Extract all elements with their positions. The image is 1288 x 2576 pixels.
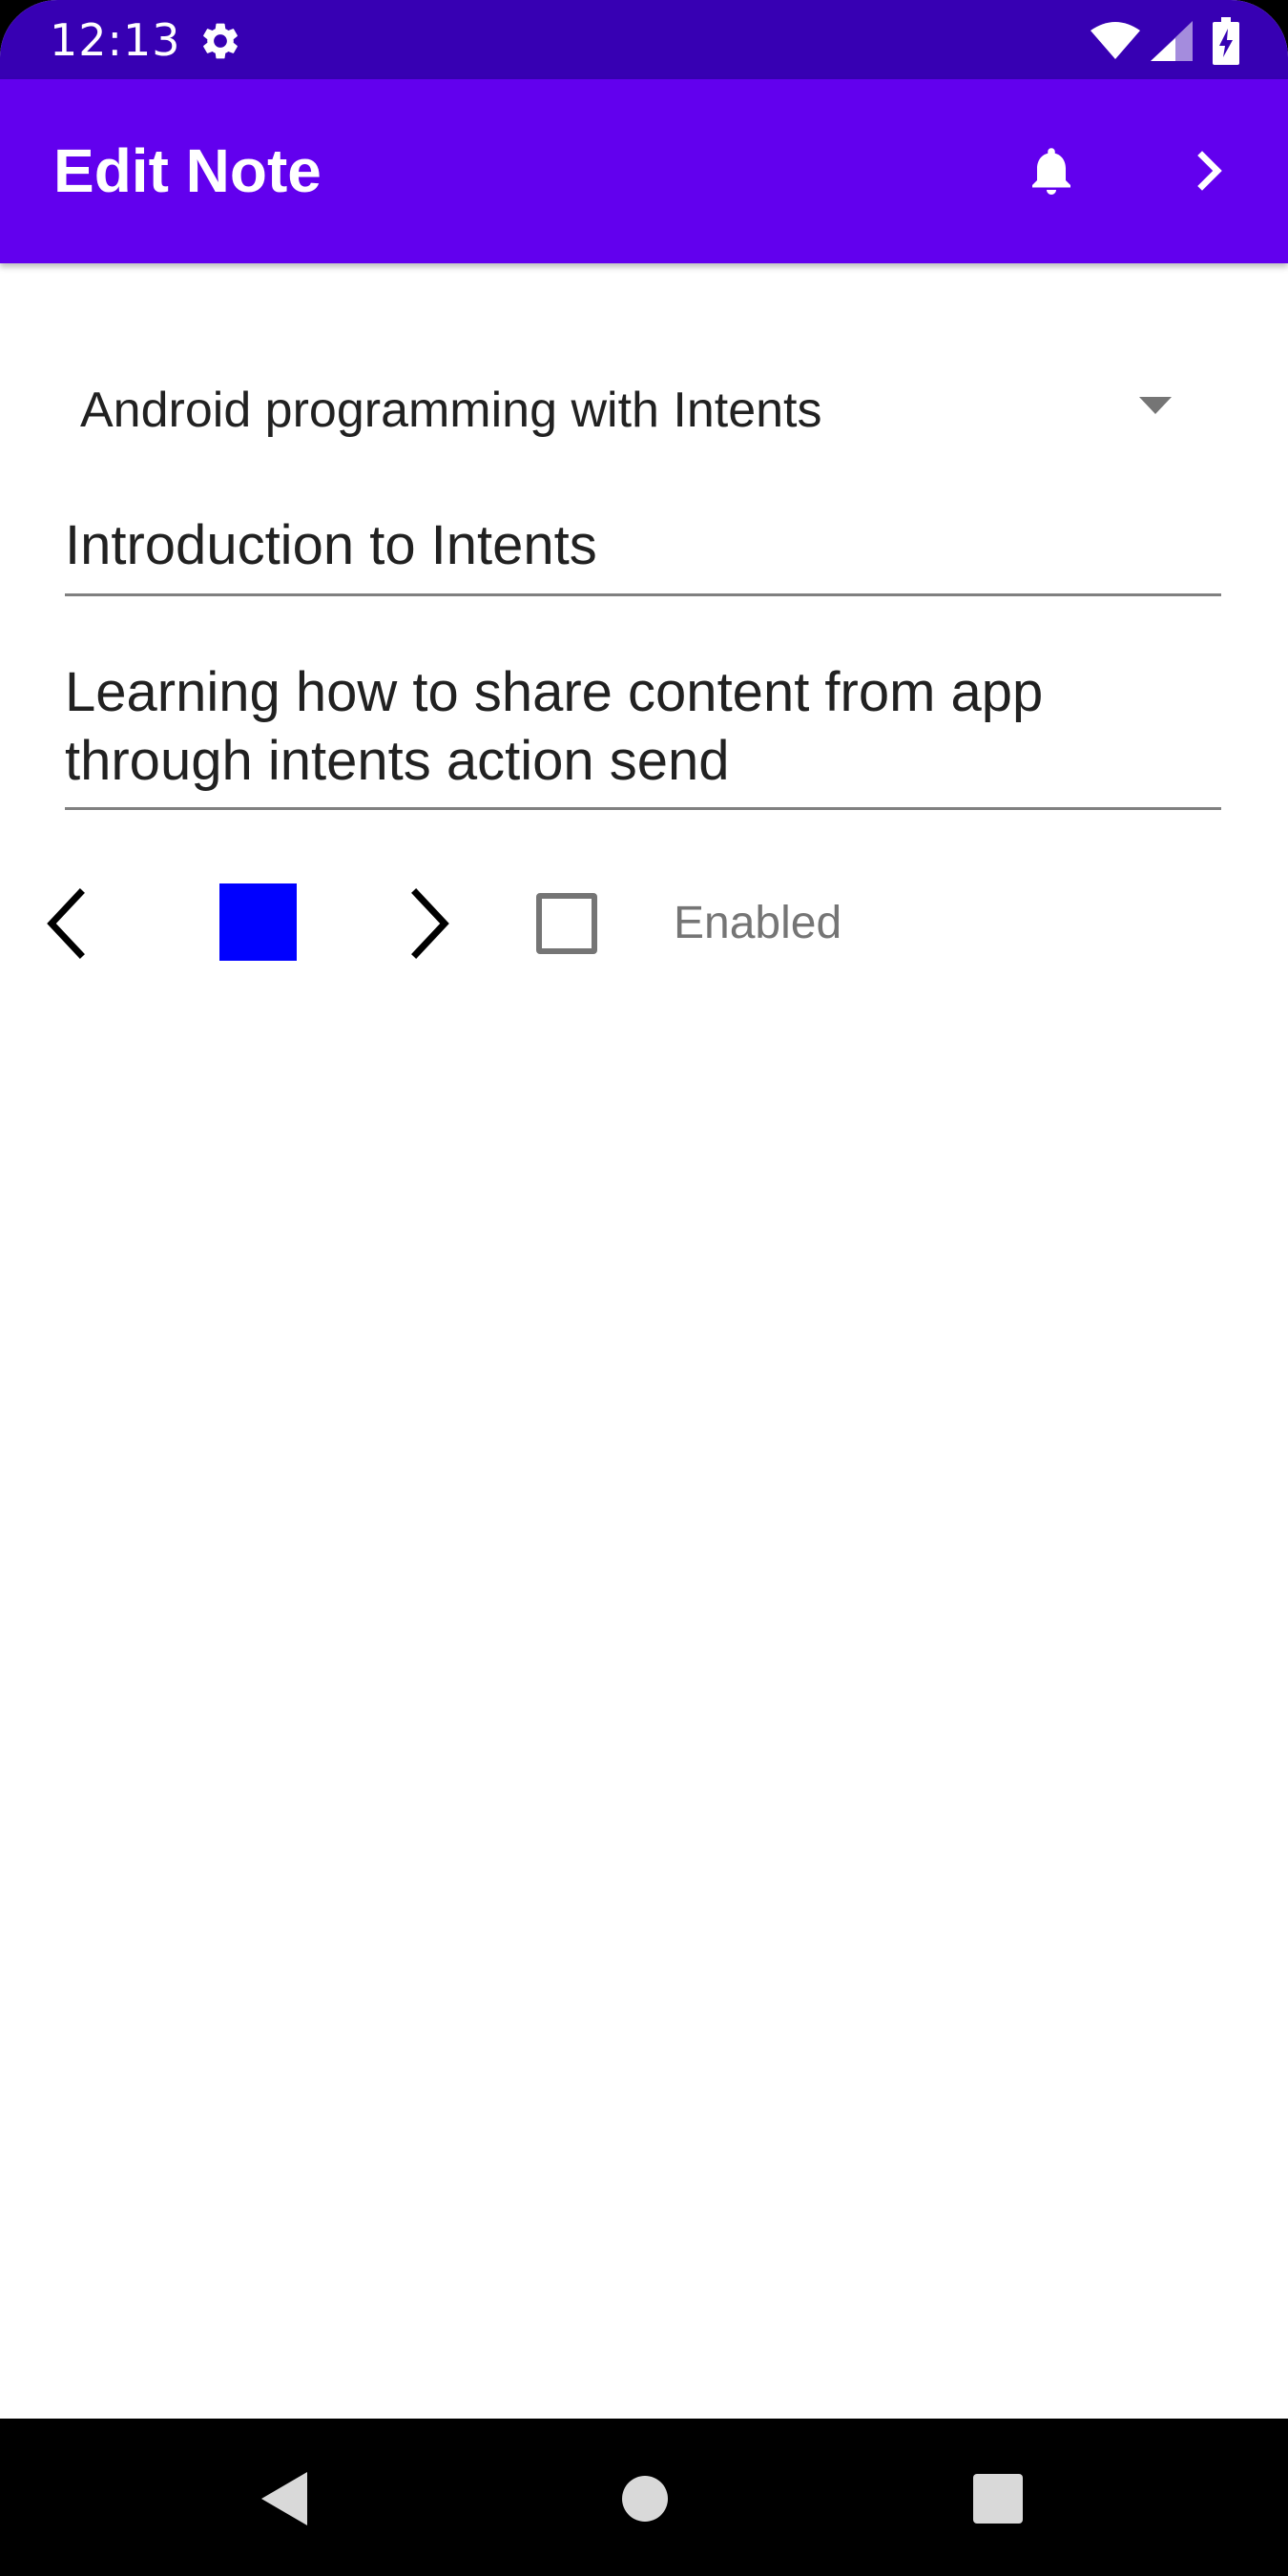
battery-charging-icon: [1213, 17, 1239, 65]
home-icon[interactable]: [622, 2476, 668, 2522]
gear-icon: [203, 23, 238, 59]
chevron-left-icon: [47, 888, 85, 959]
screen: 12:13 Edit Note Android programming with…: [0, 0, 1288, 2576]
status-time: 12:13: [50, 14, 181, 66]
note-text-value: Learning how to share content from app t…: [65, 661, 1044, 792]
dropdown-arrow-icon: [1139, 397, 1172, 414]
next-color-button[interactable]: [395, 883, 462, 964]
enabled-checkbox[interactable]: [536, 893, 597, 954]
app-bar: Edit Note: [0, 79, 1288, 263]
page-title: Edit Note: [53, 136, 322, 205]
enabled-label: Enabled: [674, 898, 842, 948]
note-text-field[interactable]: Learning how to share content from app t…: [65, 658, 1221, 810]
note-title-field[interactable]: Introduction to Intents: [65, 506, 1221, 596]
reminder-button[interactable]: [1011, 131, 1091, 211]
previous-color-button[interactable]: [34, 883, 101, 964]
signal-icon: [1151, 21, 1193, 61]
next-note-button[interactable]: [1170, 131, 1250, 211]
wifi-icon: [1091, 22, 1140, 59]
course-spinner-value: Android programming with Intents: [80, 383, 822, 438]
course-spinner[interactable]: Android programming with Intents: [57, 363, 1183, 458]
status-bar: 12:13: [0, 0, 1288, 79]
note-title-value: Introduction to Intents: [65, 514, 597, 576]
note-color-swatch: [219, 883, 297, 961]
recents-icon[interactable]: [973, 2474, 1023, 2524]
back-icon[interactable]: [258, 2470, 311, 2527]
navigation-bar: [0, 2419, 1288, 2576]
chevron-right-icon: [1197, 151, 1222, 191]
bell-icon: [1032, 148, 1070, 195]
chevron-right-icon: [411, 888, 449, 959]
